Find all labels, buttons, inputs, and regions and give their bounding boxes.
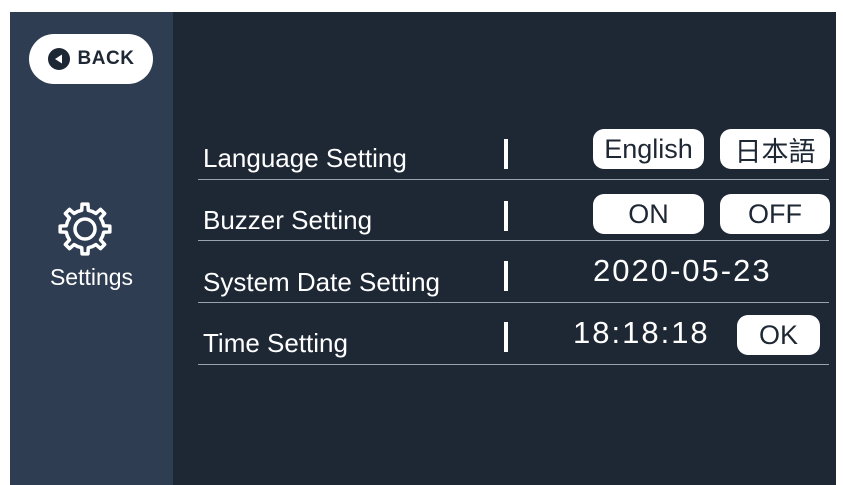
gear-outline: [58, 202, 112, 256]
time-value[interactable]: 18:18:18: [573, 315, 710, 351]
separator: [504, 322, 508, 352]
sidebar: BACK Settings: [10, 12, 173, 485]
row-divider: [198, 240, 829, 241]
row-divider: [198, 364, 829, 365]
gear-icon: [58, 202, 112, 256]
buzzer-off-button[interactable]: OFF: [720, 194, 830, 234]
separator: [504, 139, 508, 169]
buzzer-setting-label: Buzzer Setting: [203, 205, 373, 235]
language-japanese-button[interactable]: 日本語: [720, 129, 830, 169]
time-setting-label: Time Setting: [203, 328, 348, 358]
separator: [504, 261, 508, 291]
back-button[interactable]: BACK: [29, 34, 153, 84]
settings-screen: BACK Settings Language Setting English 日…: [10, 12, 836, 485]
row-divider: [198, 179, 829, 180]
system-date-value[interactable]: 2020-05-23: [593, 253, 772, 289]
row-divider: [198, 302, 829, 303]
sidebar-settings-label: Settings: [49, 264, 134, 290]
back-button-label: BACK: [77, 48, 135, 69]
buzzer-on-button[interactable]: ON: [593, 194, 704, 234]
separator: [504, 201, 508, 231]
language-english-button[interactable]: English: [593, 129, 704, 169]
language-setting-label: Language Setting: [203, 143, 407, 173]
time-ok-button[interactable]: OK: [737, 315, 820, 355]
system-date-setting-label: System Date Setting: [203, 267, 440, 297]
back-arrow-circle-icon: [47, 48, 70, 70]
